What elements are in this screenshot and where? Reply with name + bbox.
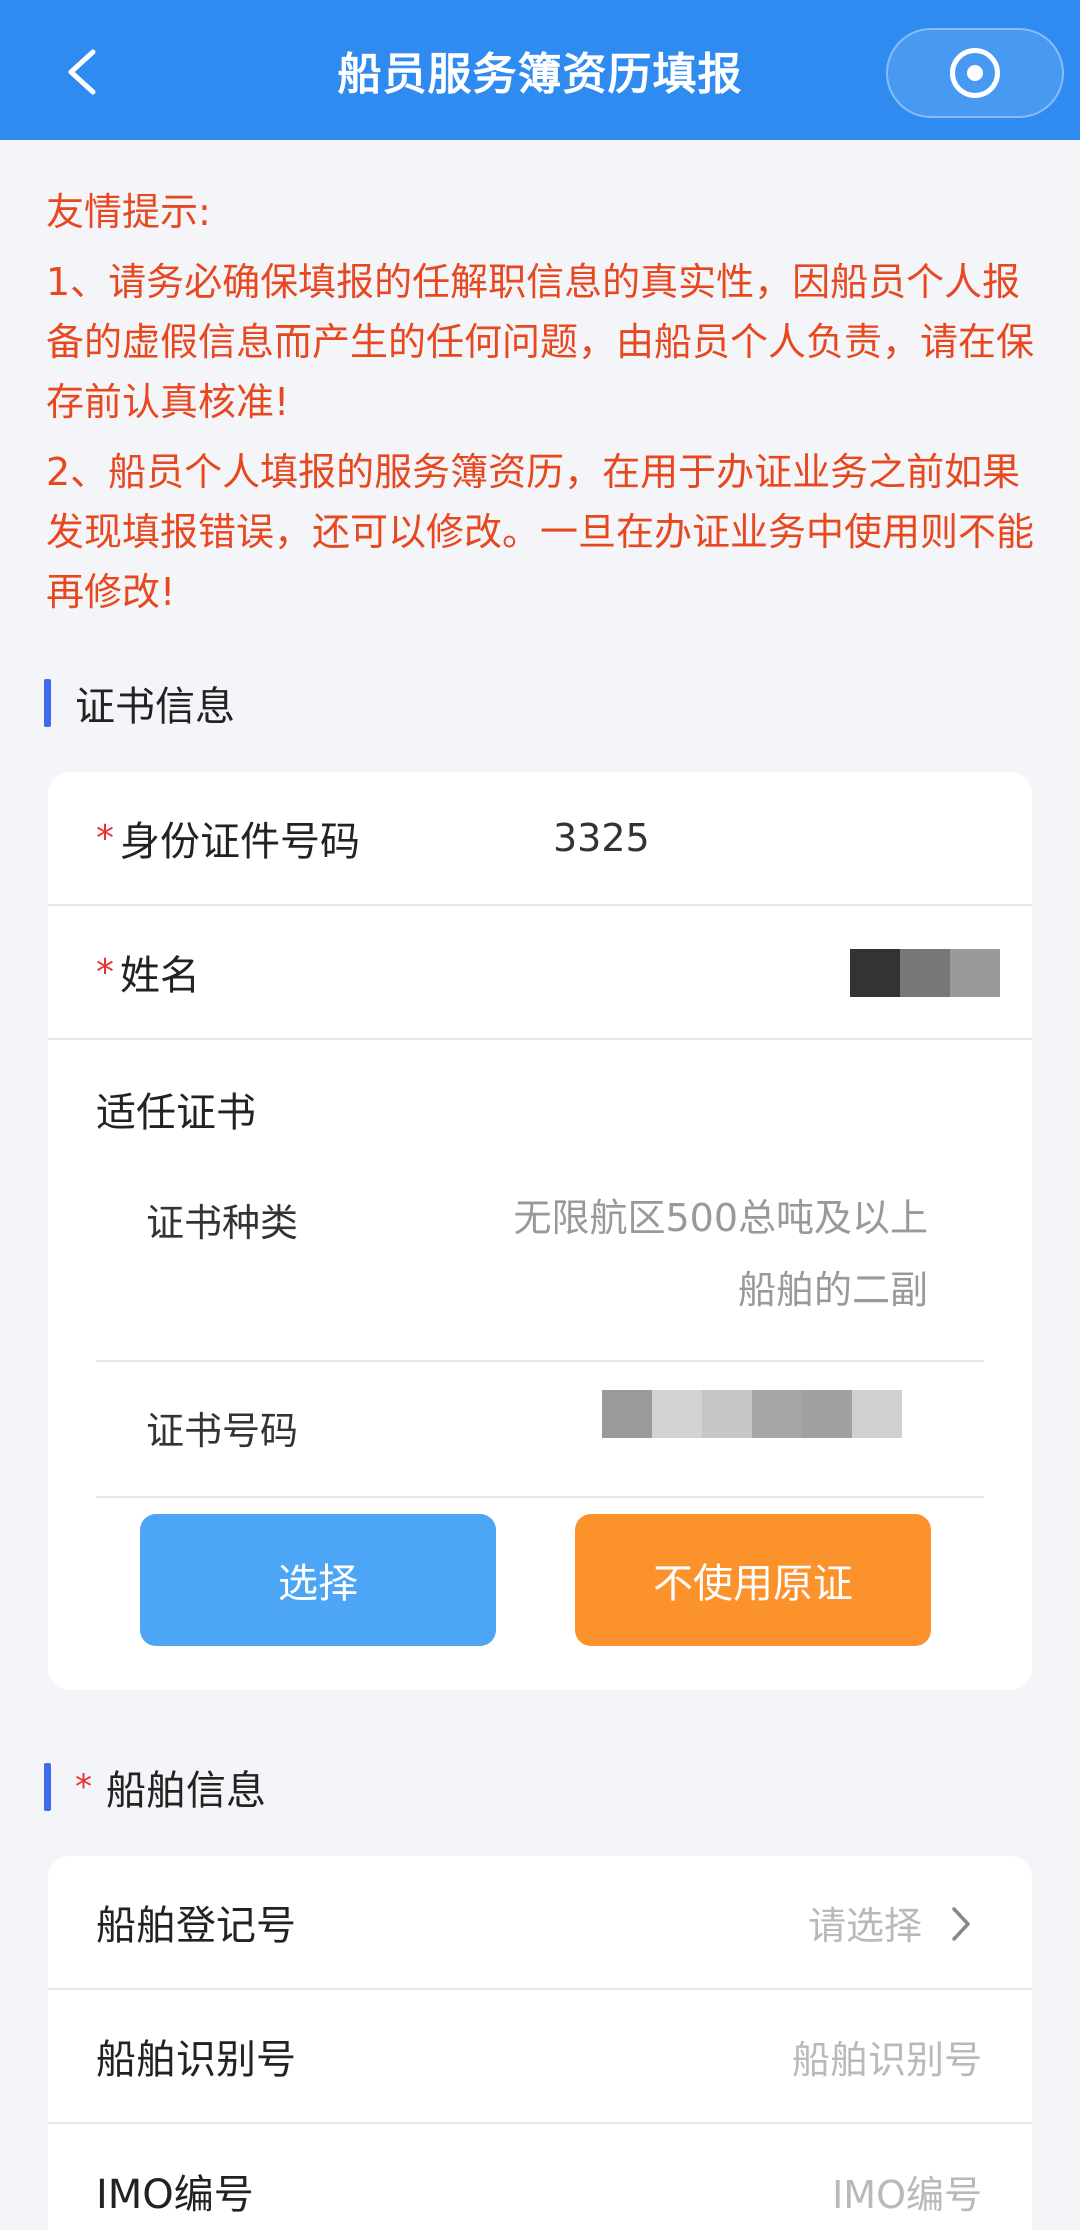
select-cert-button[interactable]: 选择 [140, 1514, 496, 1646]
ship-reg-row[interactable]: 船舶登记号 请选择 [48, 1856, 1032, 1990]
id-number-label: 身份证件号码 [120, 819, 360, 865]
cert-info-card: * 身份证件号码 3325 * 姓名 适任证书 证书种类 无限航区500总吨及以… [48, 772, 1032, 1690]
tips-item-2: 2、船员个人填报的服务簿资历，在用于办证业务之前如果发现填报错误，还可以修改。一… [46, 450, 1035, 614]
id-number-value: 3325 [553, 816, 650, 860]
id-number-row[interactable]: * 身份证件号码 3325 [48, 772, 1032, 906]
cert-section-heading: 证书信息 [44, 678, 235, 730]
top-nav-bar: 船员服务簿资历填报 [0, 0, 1080, 140]
imo-input[interactable]: IMO编号 [832, 2164, 982, 2219]
ship-ident-input[interactable]: 船舶识别号 [792, 2029, 982, 2084]
accent-bar [44, 1763, 51, 1811]
required-mark: * [96, 951, 114, 993]
name-value-mosaic [850, 949, 1000, 997]
ship-reg-label: 船舶登记号 [96, 1903, 296, 1949]
imo-label: IMO编号 [96, 2172, 254, 2218]
required-mark: * [96, 817, 114, 859]
divider [96, 1496, 984, 1498]
ship-section-heading: * 船舶信息 [44, 1762, 266, 1814]
ship-reg-placeholder: 请选择 [807, 1903, 922, 1948]
target-icon [950, 48, 1000, 98]
cert-subheading: 适任证书 [96, 1090, 256, 1136]
chevron-right-icon [952, 1907, 970, 1941]
divider [96, 1360, 984, 1362]
ship-ident-row[interactable]: 船舶识别号 船舶识别号 [48, 1990, 1032, 2124]
cert-type-label: 证书种类 [146, 1201, 299, 1245]
required-mark: * [75, 1767, 92, 1807]
accent-bar [44, 679, 51, 727]
ship-ident-label: 船舶识别号 [96, 2037, 296, 2083]
imo-row[interactable]: IMO编号 IMO编号 [48, 2124, 1032, 2230]
cert-number-label: 证书号码 [146, 1409, 299, 1453]
mini-program-capsule-button[interactable] [886, 28, 1064, 118]
friendly-tips: 友情提示: 1、请务必确保填报的任解职信息的真实性，因船员个人报备的虚假信息而产… [46, 182, 1036, 632]
tips-item-1: 1、请务必确保填报的任解职信息的真实性，因船员个人报备的虚假信息而产生的任何问题… [46, 260, 1035, 424]
tips-title: 友情提示: [46, 190, 211, 234]
ship-info-card: 船舶登记号 请选择 船舶识别号 船舶识别号 IMO编号 IMO编号 [48, 1856, 1032, 2230]
cert-type-value[interactable]: 无限航区500总吨及以上船舶的二副 [508, 1182, 928, 1326]
cert-number-mosaic [602, 1390, 902, 1438]
name-label: 姓名 [120, 953, 200, 999]
name-row[interactable]: * 姓名 [48, 906, 1032, 1040]
no-original-cert-button[interactable]: 不使用原证 [575, 1514, 931, 1646]
